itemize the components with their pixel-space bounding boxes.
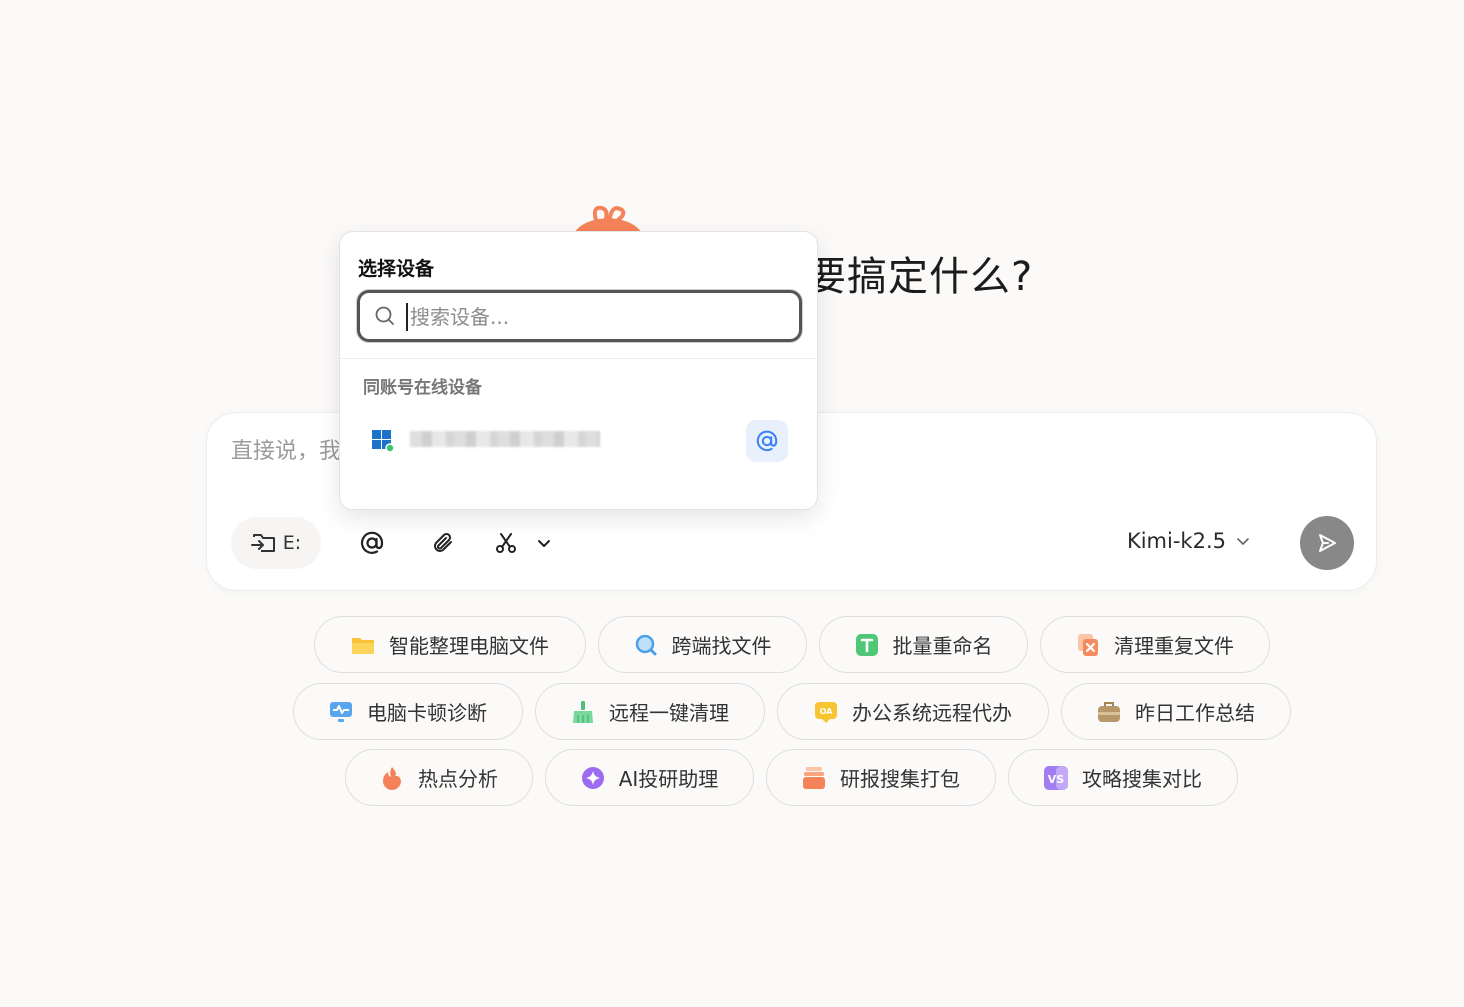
- mention-device-button[interactable]: [746, 420, 788, 462]
- chip-label: 电脑卡顿诊断: [367, 701, 487, 725]
- chip-yesterday-summary[interactable]: 昨日工作总结: [1061, 683, 1291, 740]
- chip-label: AI投研助理: [618, 767, 719, 791]
- chip-label: 清理重复文件: [1114, 634, 1234, 658]
- chip-label: 热点分析: [418, 767, 498, 791]
- chip-clean-duplicates[interactable]: 清理重复文件: [1040, 616, 1270, 673]
- screenshot-button[interactable]: [493, 530, 519, 556]
- svg-text:VS: VS: [1048, 773, 1065, 786]
- windows-icon: [372, 430, 394, 452]
- chip-lag-diagnosis[interactable]: 电脑卡顿诊断: [293, 683, 523, 740]
- fire-icon: [380, 766, 404, 790]
- send-button[interactable]: [1300, 516, 1354, 570]
- folder-import-icon: [250, 534, 275, 552]
- device-picker-popover: 选择设备 同账号在线设备: [339, 231, 818, 510]
- chip-label: 攻略搜集对比: [1082, 767, 1202, 791]
- chip-label: 办公系统远程代办: [852, 701, 1012, 725]
- text-t-icon: [855, 633, 879, 657]
- device-name-redacted: [410, 431, 600, 447]
- chip-ai-research[interactable]: AI投研助理: [545, 749, 754, 806]
- monitor-pulse-icon: [329, 700, 353, 724]
- chip-label: 批量重命名: [892, 634, 993, 658]
- chip-label: 昨日工作总结: [1135, 701, 1255, 725]
- stack-icon: [802, 766, 826, 790]
- folder-label: E:: [282, 532, 302, 554]
- screenshot-options-button[interactable]: [531, 530, 557, 556]
- broom-icon: [571, 700, 595, 724]
- chip-guide-compare[interactable]: VS 攻略搜集对比: [1008, 749, 1238, 806]
- mention-button[interactable]: [359, 530, 385, 556]
- chip-oa-remote[interactable]: OA 办公系统远程代办: [777, 683, 1049, 740]
- at-icon: [360, 531, 384, 554]
- scissors-icon: [496, 533, 516, 553]
- duplicate-remove-icon: [1076, 633, 1100, 657]
- svg-text:OA: OA: [820, 707, 834, 716]
- model-select[interactable]: Kimi-k2.5: [1127, 529, 1250, 553]
- device-picker-title: 选择设备: [358, 258, 435, 280]
- chip-label: 跨端找文件: [671, 634, 772, 658]
- chip-label: 研报搜集打包: [840, 767, 960, 791]
- online-devices-section-label: 同账号在线设备: [363, 378, 482, 398]
- folder-select-button[interactable]: E:: [231, 517, 321, 569]
- device-search-box[interactable]: [357, 290, 802, 342]
- chip-find-files[interactable]: 跨端找文件: [598, 616, 807, 673]
- divider: [340, 358, 817, 359]
- vs-icon: VS: [1044, 765, 1068, 790]
- chip-label: 远程一键清理: [609, 701, 729, 725]
- device-row[interactable]: [358, 418, 800, 462]
- chip-remote-clean[interactable]: 远程一键清理: [535, 683, 765, 740]
- chevron-down-icon: [538, 540, 550, 547]
- attach-button[interactable]: [430, 530, 456, 556]
- device-search-input[interactable]: [406, 303, 786, 331]
- hero-title: 要搞定什么?: [806, 254, 1034, 300]
- model-label: Kimi-k2.5: [1126, 529, 1226, 553]
- paperclip-icon: [434, 532, 452, 552]
- chip-report-collect[interactable]: 研报搜集打包: [766, 749, 996, 806]
- folder-icon: [351, 633, 375, 657]
- oa-icon: OA: [814, 700, 838, 724]
- chip-hot-topics[interactable]: 热点分析: [345, 749, 533, 806]
- search-icon: [634, 633, 658, 657]
- chip-organize-files[interactable]: 智能整理电脑文件: [314, 616, 586, 673]
- sparkle-icon: [581, 766, 605, 790]
- chevron-down-icon: [1237, 538, 1249, 545]
- composer-toolbar: E: Kimi-k2.5: [231, 516, 1354, 570]
- at-icon: [756, 430, 778, 452]
- send-icon: [1319, 534, 1336, 552]
- chip-label: 智能整理电脑文件: [389, 634, 549, 658]
- briefcase-icon: [1097, 700, 1121, 724]
- search-icon: [375, 306, 394, 325]
- page: 要搞定什么? E:: [0, 0, 1464, 1007]
- chip-batch-rename[interactable]: 批量重命名: [819, 616, 1028, 673]
